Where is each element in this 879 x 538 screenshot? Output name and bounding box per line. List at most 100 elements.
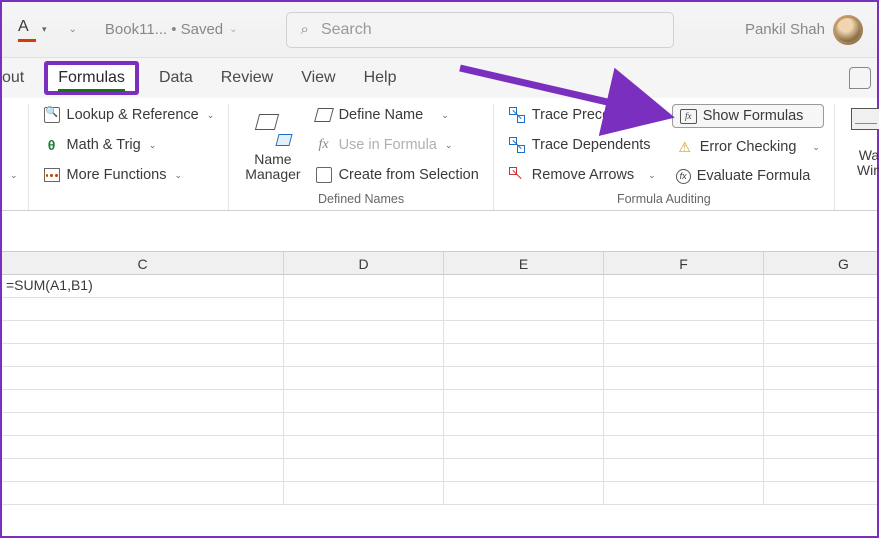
remove-arrows-button[interactable]: Remove Arrows ⌄ bbox=[504, 164, 660, 186]
lookup-reference-button[interactable]: Lookup & Reference ⌄ bbox=[39, 104, 219, 126]
evaluate-formula-button[interactable]: fx Evaluate Formula bbox=[672, 166, 824, 186]
cell[interactable] bbox=[604, 367, 764, 389]
watch-window-label-1: Wa bbox=[859, 147, 879, 163]
cell[interactable] bbox=[604, 482, 764, 504]
search-box[interactable]: ⌕ Search bbox=[286, 12, 674, 48]
font-color-button[interactable]: A bbox=[18, 18, 38, 42]
cell[interactable] bbox=[444, 390, 604, 412]
cell[interactable] bbox=[444, 459, 604, 481]
cell[interactable] bbox=[604, 436, 764, 458]
tab-layout-cut[interactable]: out bbox=[2, 61, 38, 95]
chevron-down-icon: ⌄ bbox=[441, 110, 449, 121]
column-header-c[interactable]: C bbox=[2, 252, 284, 274]
tab-view[interactable]: View bbox=[287, 61, 349, 95]
cell-d1[interactable] bbox=[284, 275, 444, 297]
column-header-d[interactable]: D bbox=[284, 252, 444, 274]
cell[interactable] bbox=[2, 482, 284, 504]
font-color-dropdown-icon[interactable]: ▾ bbox=[42, 24, 47, 35]
cell[interactable] bbox=[764, 344, 879, 366]
trace-dependents-button[interactable]: Trace Dependents bbox=[504, 134, 660, 156]
cell[interactable] bbox=[444, 344, 604, 366]
cell[interactable] bbox=[284, 459, 444, 481]
username-label[interactable]: Pankil Shah bbox=[745, 21, 825, 38]
trace-precedents-button[interactable]: Trace Precedents bbox=[504, 104, 660, 126]
more-functions-label: More Functions bbox=[67, 167, 167, 183]
error-checking-button[interactable]: ⚠ Error Checking ⌄ bbox=[672, 136, 824, 158]
table-row bbox=[2, 367, 877, 390]
saved-dropdown-icon[interactable]: ⌄ bbox=[229, 24, 237, 35]
ribbon-tabs: out Formulas Data Review View Help bbox=[2, 58, 877, 98]
name-manager-icon bbox=[255, 112, 291, 148]
use-in-formula-button: fx Use in Formula ⌄ bbox=[311, 134, 483, 156]
cell[interactable] bbox=[604, 321, 764, 343]
trace-dependents-icon bbox=[508, 136, 526, 154]
cell[interactable] bbox=[604, 344, 764, 366]
cell[interactable] bbox=[444, 413, 604, 435]
tab-data[interactable]: Data bbox=[145, 61, 207, 95]
cell[interactable] bbox=[2, 413, 284, 435]
cell[interactable] bbox=[764, 298, 879, 320]
more-functions-button[interactable]: More Functions ⌄ bbox=[39, 164, 219, 186]
cell-f1[interactable] bbox=[604, 275, 764, 297]
remove-arrows-label: Remove Arrows bbox=[532, 167, 634, 183]
cell[interactable] bbox=[444, 321, 604, 343]
cell[interactable] bbox=[444, 298, 604, 320]
comments-icon[interactable] bbox=[849, 67, 871, 89]
cell[interactable] bbox=[444, 482, 604, 504]
cell[interactable] bbox=[284, 367, 444, 389]
cell[interactable] bbox=[604, 459, 764, 481]
cell[interactable] bbox=[284, 436, 444, 458]
show-formulas-button[interactable]: fx Show Formulas bbox=[672, 104, 824, 128]
tab-formulas[interactable]: Formulas bbox=[58, 69, 125, 92]
trace-dependents-label: Trace Dependents bbox=[532, 137, 651, 153]
cell[interactable] bbox=[764, 367, 879, 389]
cell[interactable] bbox=[444, 436, 604, 458]
cell[interactable] bbox=[284, 298, 444, 320]
cell[interactable] bbox=[284, 390, 444, 412]
cell[interactable] bbox=[2, 367, 284, 389]
watch-window-label-2: Win bbox=[857, 162, 879, 178]
cell-e1[interactable] bbox=[444, 275, 604, 297]
column-header-g[interactable]: G bbox=[764, 252, 879, 274]
column-header-e[interactable]: E bbox=[444, 252, 604, 274]
cell[interactable] bbox=[764, 459, 879, 481]
define-name-button[interactable]: Define Name ⌄ bbox=[311, 104, 483, 126]
cell[interactable] bbox=[444, 367, 604, 389]
cell[interactable] bbox=[604, 390, 764, 412]
cell[interactable] bbox=[284, 344, 444, 366]
cell[interactable] bbox=[2, 390, 284, 412]
table-row bbox=[2, 482, 877, 505]
cell[interactable] bbox=[764, 436, 879, 458]
qat-dropdown-icon[interactable]: ⌄ bbox=[69, 24, 77, 35]
cell[interactable] bbox=[2, 321, 284, 343]
watch-window-button[interactable]: Wa Win bbox=[845, 104, 879, 203]
cell[interactable] bbox=[2, 436, 284, 458]
tab-help[interactable]: Help bbox=[350, 61, 411, 95]
filename-label[interactable]: Book11... bbox=[105, 21, 167, 38]
tab-review[interactable]: Review bbox=[207, 61, 287, 95]
cell[interactable] bbox=[764, 321, 879, 343]
cell[interactable] bbox=[284, 321, 444, 343]
column-headers: C D E F G bbox=[2, 251, 877, 275]
user-avatar[interactable] bbox=[833, 15, 863, 45]
font-color-underline bbox=[18, 39, 36, 42]
cell[interactable] bbox=[604, 298, 764, 320]
cell[interactable] bbox=[2, 298, 284, 320]
search-icon: ⌕ bbox=[301, 21, 309, 38]
create-from-selection-button[interactable]: Create from Selection bbox=[311, 164, 483, 186]
cell[interactable] bbox=[284, 482, 444, 504]
cell[interactable] bbox=[764, 482, 879, 504]
ribbon-overflow-dropdown[interactable]: ⌄ bbox=[4, 168, 22, 183]
cell[interactable] bbox=[764, 413, 879, 435]
chevron-down-icon: ⌄ bbox=[445, 140, 453, 151]
cell[interactable] bbox=[604, 413, 764, 435]
cell[interactable] bbox=[764, 390, 879, 412]
cell-c1[interactable]: =SUM(A1,B1) bbox=[2, 275, 284, 297]
column-header-f[interactable]: F bbox=[604, 252, 764, 274]
cell[interactable] bbox=[284, 413, 444, 435]
cell-g1[interactable] bbox=[764, 275, 879, 297]
trace-precedents-label: Trace Precedents bbox=[532, 107, 646, 123]
cell[interactable] bbox=[2, 459, 284, 481]
cell[interactable] bbox=[2, 344, 284, 366]
math-trig-button[interactable]: θ Math & Trig ⌄ bbox=[39, 134, 219, 156]
